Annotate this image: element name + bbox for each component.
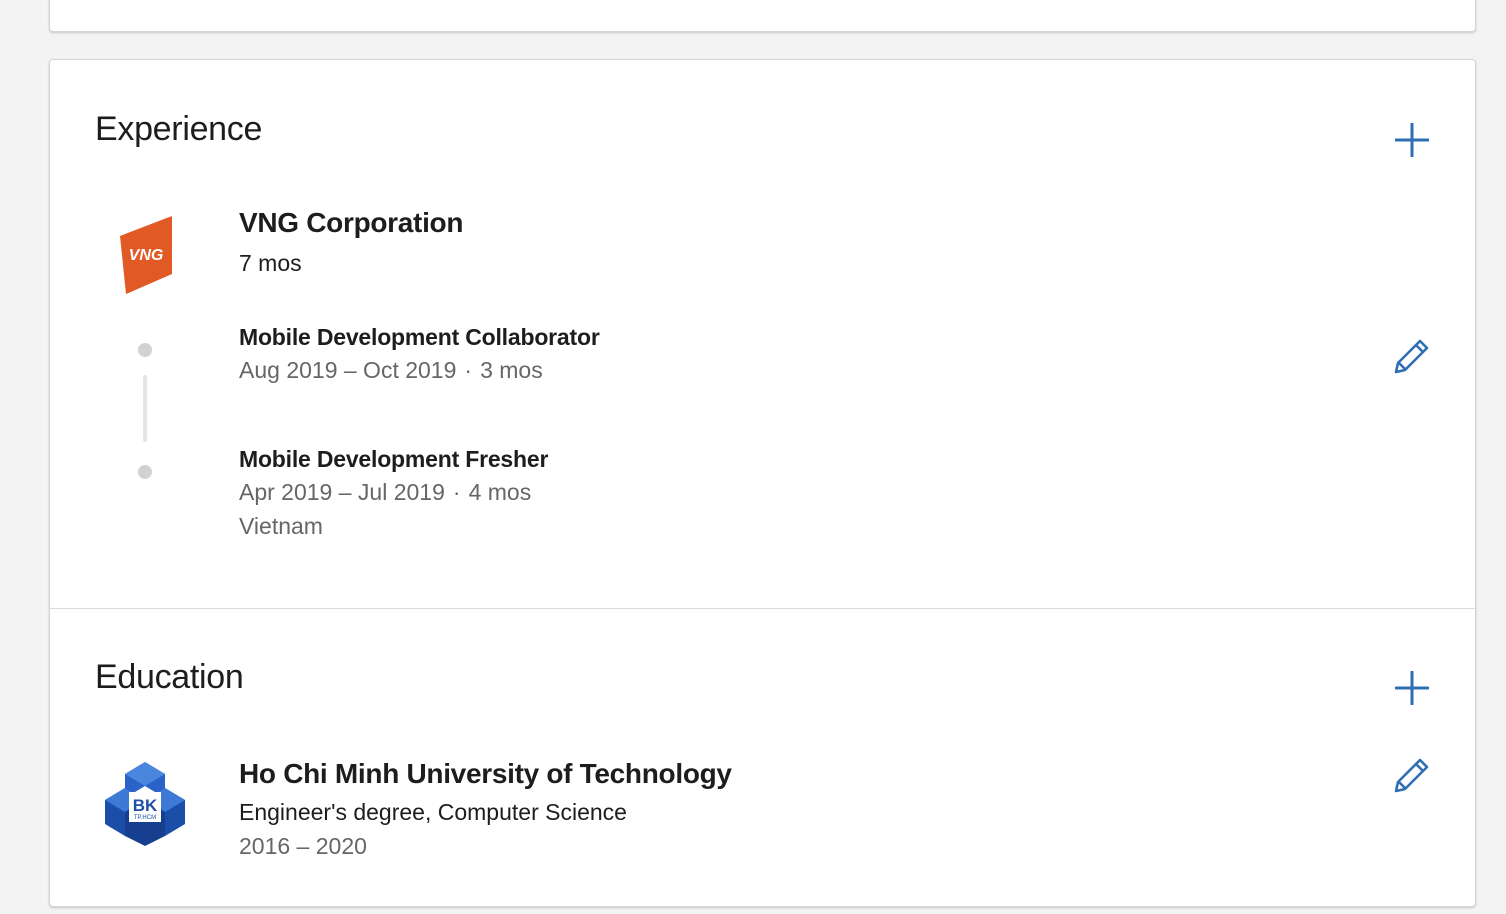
previous-section-card: [49, 0, 1476, 32]
plus-icon: [1395, 671, 1429, 705]
role-length: 4 mos: [468, 479, 532, 505]
role-title[interactable]: Mobile Development Collaborator: [239, 324, 600, 351]
separator-dot: ·: [464, 357, 473, 383]
role-dates: Apr 2019 – Jul 2019: [239, 479, 445, 505]
timeline-dot: [138, 343, 152, 357]
timeline-dot: [138, 465, 152, 479]
vng-logo[interactable]: VNG: [118, 214, 174, 299]
add-experience-button[interactable]: [1392, 120, 1432, 160]
section-divider: [50, 608, 1475, 609]
plus-icon: [1395, 123, 1429, 157]
role-dates-line: Aug 2019 – Oct 2019 · 3 mos: [239, 357, 543, 384]
pencil-icon: [1394, 758, 1429, 793]
vng-logo-text: VNG: [129, 247, 164, 264]
education-years: 2016 – 2020: [239, 833, 367, 859]
edit-education-button[interactable]: [1392, 755, 1432, 795]
add-education-button[interactable]: [1392, 668, 1432, 708]
bk-logo-subtext: TP.HCM: [134, 815, 156, 821]
role-dates-line: Apr 2019 – Jul 2019 · 4 mos: [239, 479, 531, 506]
separator-dot: ·: [452, 479, 461, 505]
pencil-icon: [1394, 339, 1429, 374]
edit-experience-button[interactable]: [1392, 336, 1432, 376]
profile-sections-card: Experience VNG VNG Corporation 7 mos Mob…: [49, 59, 1476, 907]
role-dates: Aug 2019 – Oct 2019: [239, 357, 457, 383]
education-title: Education: [95, 658, 244, 696]
bk-logo[interactable]: BK TP.HCM: [102, 760, 188, 853]
role-location: Vietnam: [239, 513, 323, 539]
role-title[interactable]: Mobile Development Fresher: [239, 446, 548, 473]
timeline-line: [143, 375, 147, 442]
experience-title: Experience: [95, 110, 263, 148]
bk-logo-image: BK TP.HCM: [105, 762, 185, 846]
bk-logo-text: BK: [133, 796, 158, 815]
degree: Engineer's degree, Computer Science: [239, 799, 627, 825]
school-name[interactable]: Ho Chi Minh University of Technology: [239, 758, 732, 790]
company-name[interactable]: VNG Corporation: [239, 207, 463, 239]
company-total-duration: 7 mos: [239, 250, 302, 276]
vng-logo-image: VNG: [120, 216, 172, 294]
role-length: 3 mos: [480, 357, 543, 383]
